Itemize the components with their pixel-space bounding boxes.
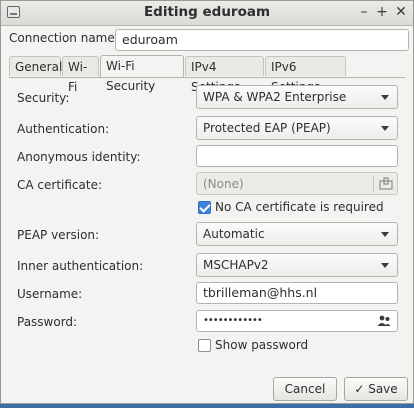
ca-certificate-chooser[interactable]: (None)	[196, 172, 398, 195]
username-label: Username:	[17, 287, 83, 301]
password-value: ••••••••••••	[203, 315, 263, 326]
authentication-label: Authentication:	[17, 122, 110, 136]
close-icon[interactable]: ✕	[393, 4, 409, 20]
peap-version-value: Automatic	[203, 227, 265, 241]
minimize-icon[interactable]: –	[356, 4, 372, 20]
no-ca-required-label: No CA certificate is required	[215, 200, 384, 214]
chevron-down-icon	[381, 95, 389, 100]
security-label: Security:	[17, 91, 70, 105]
security-select[interactable]: WPA & WPA2 Enterprise	[196, 85, 398, 109]
anonymous-identity-input[interactable]	[196, 145, 398, 167]
cancel-button[interactable]: Cancel	[273, 377, 337, 401]
password-label: Password:	[17, 315, 78, 329]
inner-auth-label: Inner authentication:	[17, 259, 144, 273]
ca-certificate-label: CA certificate:	[17, 178, 102, 192]
peap-version-select[interactable]: Automatic	[196, 222, 398, 246]
file-chooser-icon	[379, 177, 393, 190]
separator	[373, 175, 374, 192]
authentication-value: Protected EAP (PEAP)	[203, 121, 331, 135]
tab-wifi-security[interactable]: Wi-Fi Security	[100, 55, 184, 93]
inner-auth-value: MSCHAPv2	[203, 258, 269, 272]
connection-name-label: Connection name:	[9, 31, 119, 45]
show-password-checkbox[interactable]	[198, 339, 211, 352]
no-ca-required-checkbox[interactable]	[198, 201, 211, 214]
save-button[interactable]: ✓ Save	[344, 377, 408, 401]
show-password-label: Show password	[215, 338, 309, 352]
username-input[interactable]: tbrilleman@hhs.nl	[196, 282, 398, 304]
edit-connection-window: Editing eduroam – + ✕ Connection name: e…	[0, 0, 414, 404]
tab-bar: General Wi-Fi Wi-Fi Security IPv4 Settin…	[9, 55, 405, 94]
security-value: WPA & WPA2 Enterprise	[203, 90, 347, 104]
tab-ipv4-settings[interactable]: IPv4 Settings	[185, 56, 264, 94]
save-label: Save	[368, 382, 398, 396]
desktop-background	[0, 404, 414, 408]
maximize-icon[interactable]: +	[374, 4, 390, 20]
inner-auth-select[interactable]: MSCHAPv2	[196, 253, 398, 277]
connection-name-input[interactable]: eduroam	[115, 29, 409, 51]
password-storage-icon[interactable]	[377, 315, 391, 327]
checkmark-icon: ✓	[354, 382, 365, 396]
title-bar[interactable]: Editing eduroam – + ✕	[1, 1, 413, 26]
peap-version-label: PEAP version:	[17, 228, 100, 242]
password-input[interactable]: ••••••••••••	[196, 310, 398, 332]
chevron-down-icon	[381, 263, 389, 268]
tab-wifi[interactable]: Wi-Fi	[62, 56, 99, 94]
window-title: Editing eduroam	[143, 4, 271, 20]
chevron-down-icon	[381, 126, 389, 131]
chevron-down-icon	[381, 232, 389, 237]
anonymous-identity-label: Anonymous identity:	[17, 150, 141, 164]
ca-certificate-value: (None)	[203, 177, 244, 191]
tab-general[interactable]: General	[9, 56, 62, 76]
authentication-select[interactable]: Protected EAP (PEAP)	[196, 116, 398, 140]
tab-ipv6-settings[interactable]: IPv6 Settings	[265, 56, 346, 94]
